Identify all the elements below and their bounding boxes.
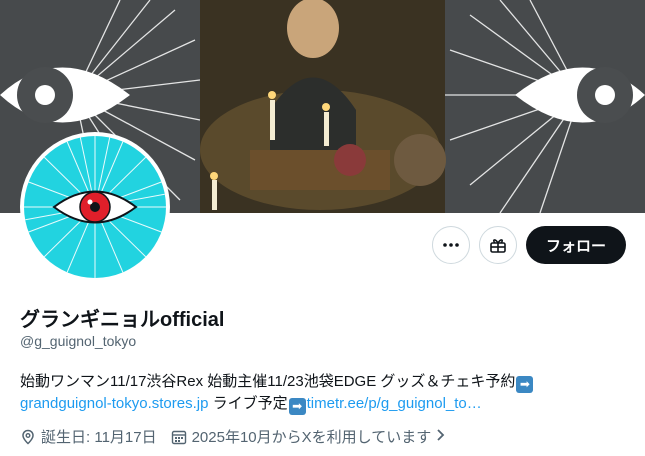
profile-meta: 誕生日: 11月17日 2025年10月からXを利用しています [20,426,447,447]
arrow-right-emoji: ➡ [516,376,534,393]
bio-line-1: 始動ワンマン11/17渋谷Rex 始動主催11/23池袋EDGE グッズ＆チェキ… [20,370,534,393]
bio-link-timetree[interactable]: timetr.ee/p/g_guignol_to… [307,395,482,412]
avatar[interactable] [20,132,170,282]
bio-text-2: ライブ予定 [212,395,288,412]
joined-text[interactable]: 2025年10月からXを利用しています [192,426,432,447]
bio-line-2: grandguignol-tokyo.stores.jp ライブ予定 ➡ timet… [20,392,482,415]
arrow-right-emoji: ➡ [288,398,306,415]
eye-icon [24,136,166,278]
gift-icon [490,239,506,253]
bio-link-stores[interactable]: grandguignol-tokyo.stores.jp [20,395,208,412]
profile-handle: @g_guignol_tokyo [20,333,137,349]
more-icon [443,243,459,247]
calendar-icon [171,429,187,445]
follow-button[interactable]: フォロー [526,226,626,264]
profile-name: グランギニョルofficial [20,309,225,331]
gift-button[interactable] [479,226,517,264]
bio-text-1: 始動ワンマン11/17渋谷Rex 始動主催11/23池袋EDGE グッズ＆チェキ… [20,373,516,390]
more-button[interactable] [432,226,470,264]
location-pin-icon [20,429,36,445]
birthday-text: 誕生日: 11月17日 [41,429,157,446]
chevron-right-icon[interactable] [435,428,447,446]
